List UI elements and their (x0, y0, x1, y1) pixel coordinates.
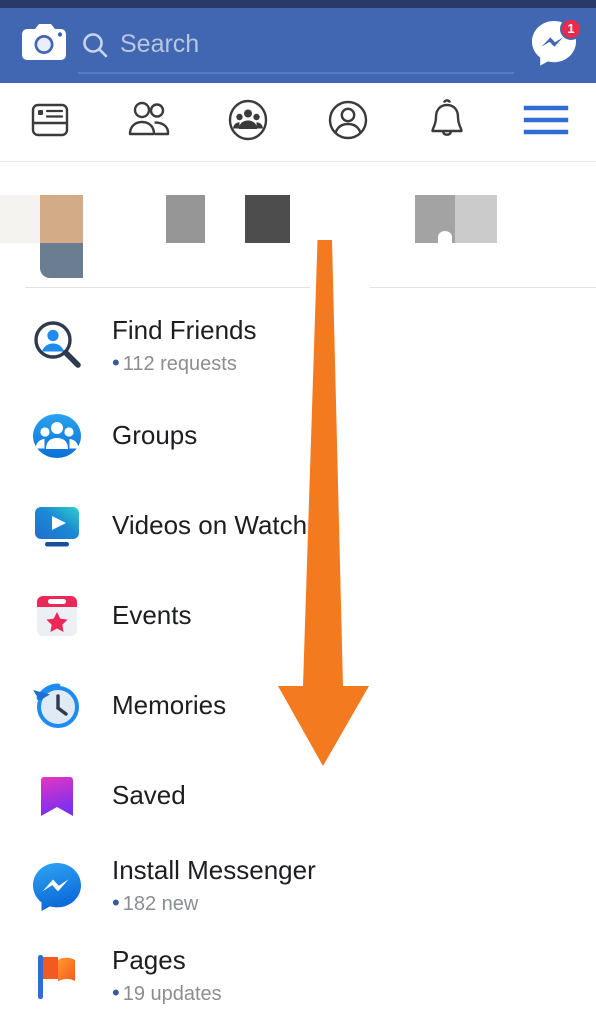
menu-item-subtitle: • 112 requests (112, 350, 257, 376)
menu-list: Find Friends • 112 requests Groups Video… (0, 289, 596, 1021)
menu-item-videos-on-watch[interactable]: Videos on Watch (0, 481, 596, 571)
menu-item-label: Videos on Watch (112, 510, 308, 541)
menu-item-text: Pages • 19 updates (112, 945, 222, 1006)
menu-item-text: Install Messenger • 182 new (112, 855, 316, 916)
menu-item-find-friends[interactable]: Find Friends • 112 requests (0, 301, 596, 391)
stories-divider-left (25, 287, 310, 288)
story-thumbnail[interactable] (40, 243, 83, 278)
menu-item-subtitle: • 19 updates (112, 980, 222, 1006)
menu-item-install-messenger[interactable]: Install Messenger • 182 new (0, 841, 596, 931)
stories-strip[interactable] (0, 163, 596, 289)
messenger-badge: 1 (560, 17, 582, 40)
news-feed-icon (29, 99, 71, 146)
tab-notifications[interactable] (397, 83, 496, 162)
messenger-round-icon (24, 858, 90, 914)
camera-button[interactable] (16, 18, 72, 74)
menu-item-label: Saved (112, 780, 186, 811)
hamburger-menu-icon (523, 103, 569, 142)
friends-icon (126, 99, 172, 146)
story-thumbnail[interactable] (40, 195, 83, 243)
menu-item-text: Find Friends • 112 requests (112, 315, 257, 376)
menu-item-subtitle-text: 182 new (122, 893, 199, 916)
menu-item-text: Groups (112, 420, 198, 451)
groups-icon (24, 408, 90, 464)
menu-item-label: Memories (112, 690, 227, 721)
search-bar[interactable] (78, 18, 514, 74)
menu-item-text: Events (112, 600, 192, 631)
menu-item-subtitle: • 182 new (112, 890, 316, 916)
story-thumbnail[interactable] (0, 195, 40, 243)
menu-item-events[interactable]: Events (0, 571, 596, 661)
messenger-button[interactable]: 1 (524, 16, 584, 76)
camera-icon (21, 23, 67, 68)
story-thumbnail[interactable] (455, 195, 497, 243)
menu-item-text: Saved (112, 780, 186, 811)
find-friends-icon (24, 318, 90, 374)
menu-item-groups[interactable]: Groups (0, 391, 596, 481)
tab-profile[interactable] (298, 83, 397, 162)
search-input[interactable] (120, 30, 514, 59)
events-icon (24, 588, 90, 644)
menu-item-pages[interactable]: Pages • 19 updates (0, 931, 596, 1021)
profile-icon (326, 98, 370, 147)
menu-item-saved[interactable]: Saved (0, 751, 596, 841)
menu-item-label: Find Friends (112, 315, 257, 346)
menu-item-subtitle-text: 19 updates (122, 983, 222, 1006)
navigation-tab-bar (0, 83, 596, 162)
story-thumbnail-notch (438, 231, 452, 243)
bell-icon (426, 98, 468, 147)
tab-menu[interactable] (497, 83, 596, 162)
menu-item-subtitle-text: 112 requests (122, 353, 237, 376)
menu-item-label: Install Messenger (112, 855, 316, 886)
story-thumbnail[interactable] (245, 195, 290, 243)
stories-divider-right (370, 287, 596, 288)
menu-item-memories[interactable]: Memories (0, 661, 596, 751)
bullet-dot: • (112, 350, 120, 376)
menu-item-label: Events (112, 600, 192, 631)
menu-item-text: Videos on Watch (112, 510, 308, 541)
groups-circle-icon (226, 98, 270, 147)
saved-bookmark-icon (24, 768, 90, 824)
tab-friends[interactable] (99, 83, 198, 162)
watch-icon (24, 498, 90, 554)
app-header: 1 (0, 8, 596, 83)
tab-groups[interactable] (199, 83, 298, 162)
menu-item-text: Memories (112, 690, 227, 721)
search-icon (78, 28, 112, 62)
memories-icon (24, 678, 90, 734)
menu-item-label: Groups (112, 420, 198, 451)
bullet-dot: • (112, 890, 120, 916)
pages-flag-icon (24, 948, 90, 1004)
status-bar-strip (0, 0, 596, 8)
menu-item-label: Pages (112, 945, 186, 976)
story-thumbnail[interactable] (166, 195, 205, 243)
facebook-app-screen: 1 (0, 0, 596, 1024)
bullet-dot: • (112, 980, 120, 1006)
tab-news-feed[interactable] (0, 83, 99, 162)
